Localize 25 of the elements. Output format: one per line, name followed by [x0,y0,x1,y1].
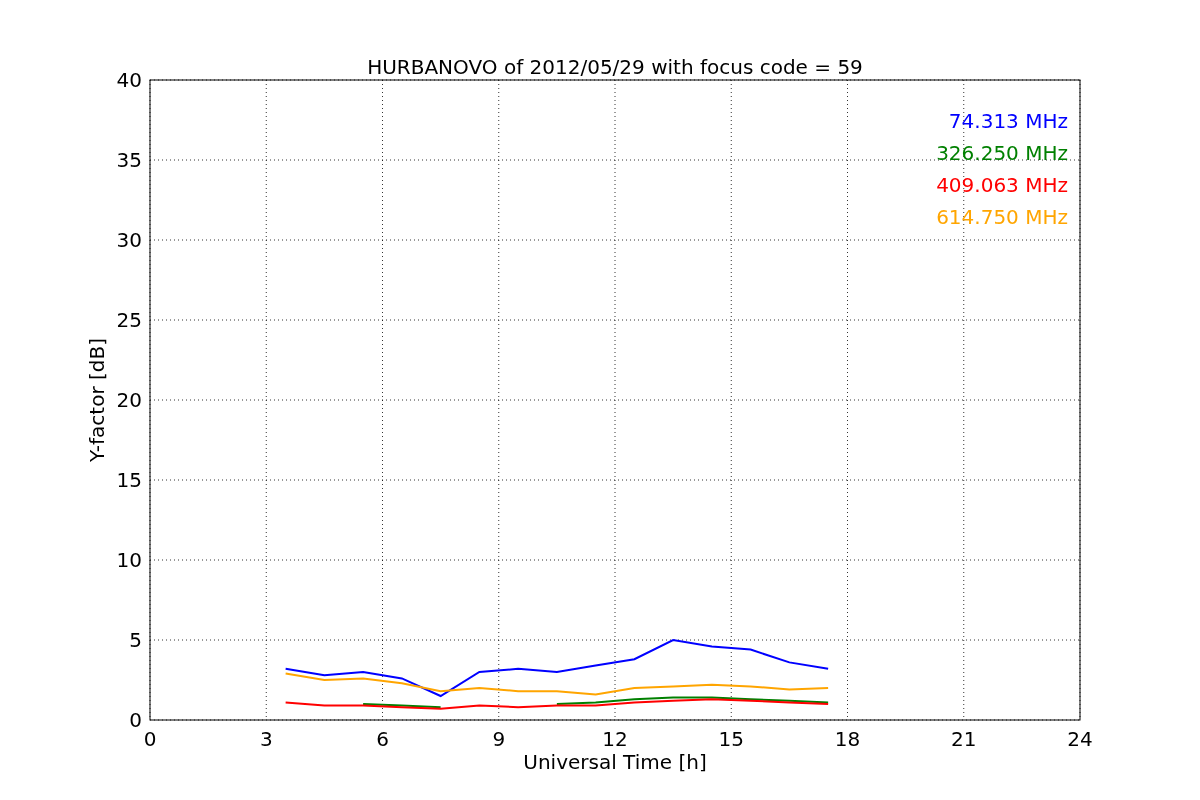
y-tick-label: 10 [116,548,142,572]
x-tick-label: 0 [143,727,157,751]
y-axis-label: Y-factor [dB] [85,338,109,462]
x-tick-label: 6 [376,727,389,751]
legend-label: 326.250 MHz [936,141,1068,165]
x-tick-label: 9 [492,727,506,751]
x-axis-label: Universal Time [h] [523,750,707,774]
x-tick-label: 12 [602,727,628,751]
x-tick-label: 24 [1067,727,1093,751]
y-tick-label: 25 [116,308,142,332]
y-tick-label: 35 [116,148,142,172]
x-tick-label: 15 [718,727,744,751]
legend-label: 74.313 MHz [948,109,1068,133]
chart-title: HURBANOVO of 2012/05/29 with focus code = 59 [367,55,863,79]
x-tick-label: 18 [834,727,861,751]
y-tick-label: 15 [116,468,142,492]
y-tick-label: 5 [129,628,142,652]
x-tick-label: 3 [259,727,273,751]
legend-label: 409.063 MHz [936,173,1068,197]
y-tick-label: 40 [116,68,142,92]
x-tick-label: 21 [951,727,977,751]
y-tick-label: 30 [116,228,142,252]
legend-label: 614.750 MHz [936,205,1068,229]
y-tick-label: 20 [116,388,142,412]
y-tick-label: 0 [129,708,142,732]
